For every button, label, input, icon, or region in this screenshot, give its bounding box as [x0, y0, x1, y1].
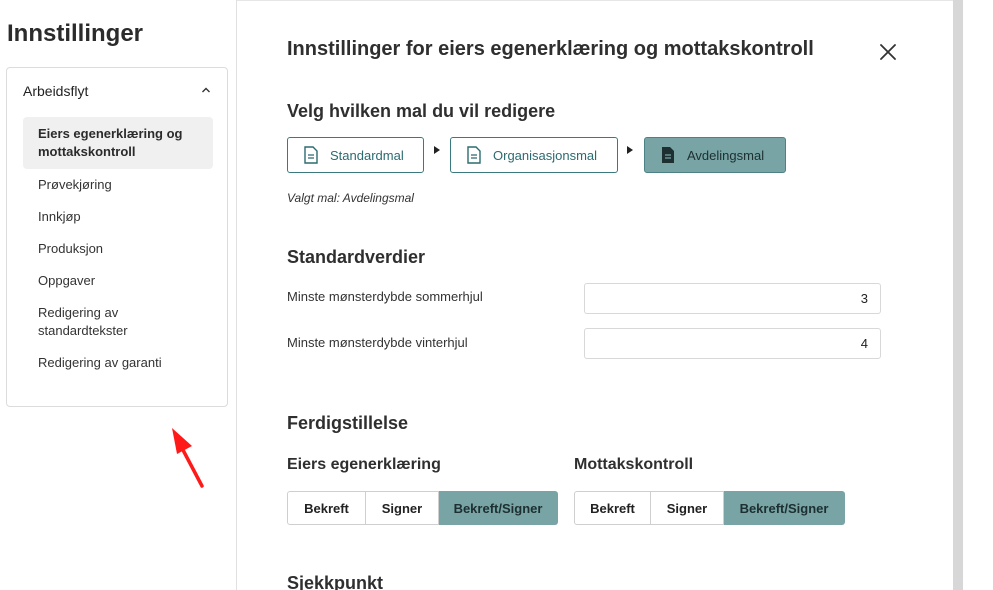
settings-sidebar: Innstillinger Arbeidsflyt Eiers egenerkl… — [0, 0, 236, 590]
red-arrow-icon — [172, 428, 204, 488]
nav-item-redigering-standardtekster[interactable]: Redigering av standardtekster — [23, 297, 213, 347]
summer-tread-label: Minste mønsterdybde sommerhjul — [287, 289, 483, 304]
triangle-right-icon — [434, 146, 440, 154]
reception-control-heading: Mottakskontroll — [574, 456, 694, 473]
summer-tread-input[interactable] — [584, 283, 881, 314]
winter-tread-label: Minste mønsterdybde vinterhjul — [287, 335, 468, 350]
document-icon — [467, 146, 481, 164]
nav-item-oppgaver[interactable]: Oppgaver — [23, 265, 213, 297]
template-avdelingsmal-label: Avdelingsmal — [687, 147, 765, 163]
close-icon[interactable] — [877, 41, 899, 63]
nav-item-provekjoring[interactable]: Prøvekjøring — [23, 169, 213, 201]
document-icon — [304, 146, 318, 164]
settings-nav-list: Eiers egenerklæring og mottakskontroll P… — [23, 117, 213, 379]
nav-item-eiers-egenerklaering[interactable]: Eiers egenerklæring og mottakskontroll — [23, 117, 213, 169]
owner-declaration-bekreft-signer-button[interactable]: Bekreft/Signer — [439, 491, 558, 525]
nav-item-produksjon[interactable]: Produksjon — [23, 233, 213, 265]
scrollbar[interactable] — [953, 0, 963, 590]
template-heading: Velg hvilken mal du vil redigere — [287, 101, 556, 121]
settings-nav-card: Arbeidsflyt Eiers egenerklæring og motta… — [6, 67, 228, 407]
chevron-up-icon[interactable] — [199, 83, 213, 97]
owner-declaration-signer-button[interactable]: Signer — [366, 491, 439, 525]
owner-declaration-bekreft-button[interactable]: Bekreft — [287, 491, 366, 525]
owner-declaration-heading: Eiers egenerklæring — [287, 456, 441, 473]
template-organisasjonsmal-button[interactable]: Organisasjonsmal — [450, 137, 618, 173]
panel-title: Innstillinger for eiers egenerklæring og… — [287, 38, 814, 60]
template-standardmal-button[interactable]: Standardmal — [287, 137, 424, 173]
template-avdelingsmal-button[interactable]: Avdelingsmal — [644, 137, 786, 173]
reception-control-toggle: Bekreft Signer Bekreft/Signer — [574, 491, 845, 525]
nav-item-innkjop[interactable]: Innkjøp — [23, 201, 213, 233]
owner-declaration-toggle: Bekreft Signer Bekreft/Signer — [287, 491, 558, 525]
defaults-heading: Standardverdier — [287, 247, 426, 267]
selected-template-text: Valgt mal: Avdelingsmal — [287, 191, 414, 205]
winter-tread-input[interactable] — [584, 328, 881, 359]
template-standardmal-label: Standardmal — [330, 147, 404, 163]
settings-title: Innstillinger — [7, 20, 144, 47]
triangle-right-icon — [627, 146, 633, 154]
nav-section-header[interactable]: Arbeidsflyt — [23, 83, 88, 99]
checkpoint-heading: Sjekkpunkt — [287, 573, 384, 590]
settings-panel: Innstillinger for eiers egenerklæring og… — [237, 0, 953, 590]
reception-control-signer-button[interactable]: Signer — [651, 491, 724, 525]
right-gutter — [963, 0, 993, 590]
template-organisasjonsmal-label: Organisasjonsmal — [493, 147, 598, 163]
reception-control-bekreft-button[interactable]: Bekreft — [574, 491, 651, 525]
document-icon — [662, 147, 674, 163]
nav-item-redigering-garanti[interactable]: Redigering av garanti — [23, 347, 213, 379]
completion-heading: Ferdigstillelse — [287, 413, 409, 433]
reception-control-bekreft-signer-button[interactable]: Bekreft/Signer — [724, 491, 845, 525]
